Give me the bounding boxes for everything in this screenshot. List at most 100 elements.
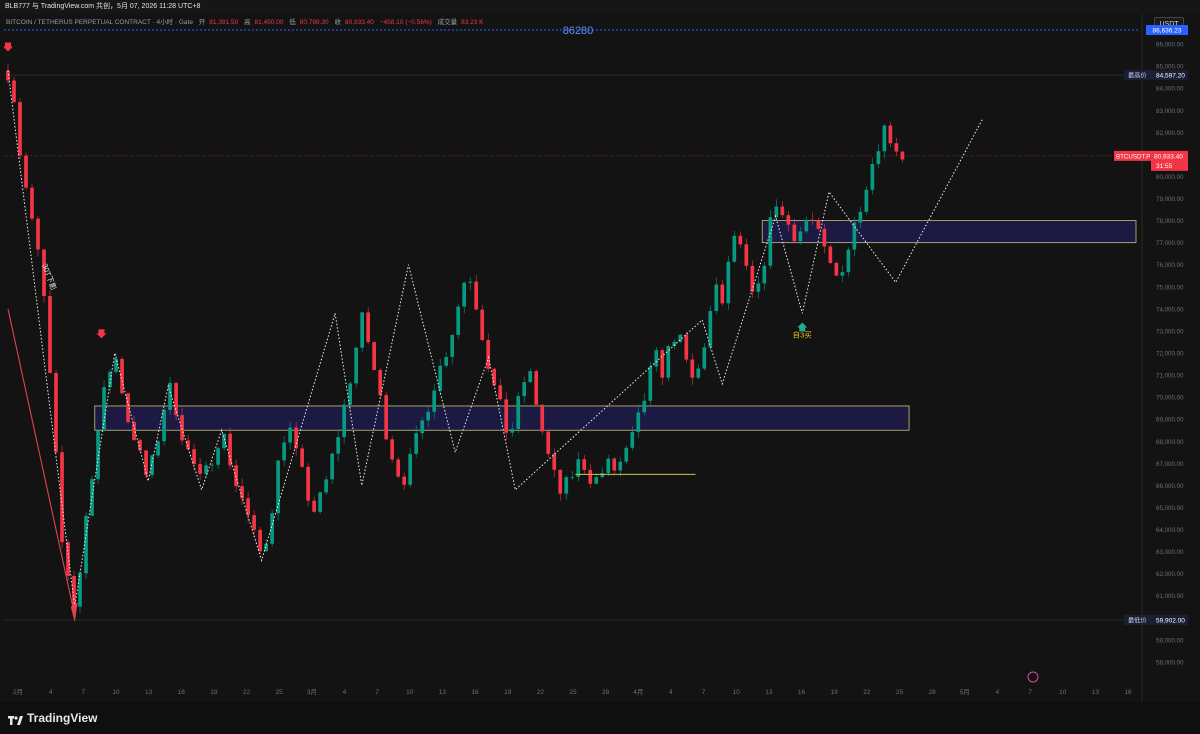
tradingview-wordmark: TradingView (27, 711, 98, 725)
level-axis-label: 最高价 (1128, 72, 1147, 80)
level-86280-label: 86280 (563, 25, 594, 37)
level-axis-value: 59,902.00 (1156, 617, 1185, 624)
tradingview-brand[interactable]: TradingView (8, 711, 97, 725)
x-tick-label: 4月 (633, 688, 643, 696)
candle-body (732, 235, 737, 262)
y-tick-label: 64,000.00 (1156, 527, 1184, 534)
candle-body (714, 284, 719, 311)
candle-body (468, 281, 473, 283)
candle-body (12, 80, 16, 103)
candle-body (36, 218, 40, 250)
y-tick-label: 79,000.00 (1156, 196, 1184, 203)
candle-body (390, 439, 395, 460)
candle-body (774, 206, 779, 218)
candle-body (888, 125, 893, 144)
x-tick-label: 25 (569, 689, 577, 696)
replay-icon (1027, 671, 1039, 683)
candle-body (582, 459, 587, 470)
candle-body (492, 368, 497, 386)
candle-body (324, 479, 328, 493)
x-tick-label: 28 (929, 689, 937, 696)
candle-body (372, 342, 376, 370)
candle-body (450, 334, 455, 357)
zigzag-wave-line (7, 70, 983, 607)
candle-body (144, 450, 148, 476)
candle-body (780, 206, 785, 216)
candle-body (834, 262, 839, 276)
candle-body (756, 283, 761, 292)
candle-body (516, 396, 521, 429)
y-tick-label: 59,000.00 (1156, 637, 1184, 644)
candle-body (798, 231, 803, 242)
x-tick-label: 10 (112, 689, 120, 696)
candle-body (444, 356, 449, 366)
candle-body (222, 433, 226, 449)
candle-body (288, 427, 292, 443)
candle-body (156, 441, 160, 456)
candle-body (768, 217, 773, 266)
x-tick-label: 13 (145, 689, 153, 696)
candle-body (666, 346, 671, 378)
candle-body (630, 432, 635, 448)
candle-body (402, 476, 407, 485)
candle-body (60, 452, 64, 543)
candle-body (426, 411, 431, 421)
level-86280-axis-value: 86,636.23 (1153, 28, 1182, 35)
candle-body (612, 458, 617, 471)
x-tick-label: 22 (243, 689, 251, 696)
y-tick-label: 80,000.00 (1156, 174, 1184, 181)
current-price-value: 80,933.40 (1154, 153, 1183, 160)
x-tick-label: 7 (702, 689, 706, 696)
symbol-tag-text: BTCUSDT.P (1116, 153, 1150, 160)
candle-body (336, 437, 340, 454)
x-tick-label: 4 (669, 689, 673, 696)
candle-body (120, 358, 124, 394)
candle-body (66, 542, 70, 576)
candle-body (828, 246, 833, 263)
candle-body (852, 222, 857, 250)
y-tick-label: 70,000.00 (1156, 395, 1184, 402)
x-tick-label: 7 (81, 689, 85, 696)
candle-body (558, 469, 563, 494)
candle-body (486, 339, 491, 369)
candle-body (624, 447, 629, 462)
x-tick-label: 22 (537, 689, 545, 696)
candle-body (744, 244, 749, 266)
candle-body (414, 433, 419, 454)
y-tick-label: 84,000.00 (1156, 86, 1184, 93)
candle-body (6, 70, 10, 81)
y-tick-label: 78,000.00 (1156, 218, 1184, 225)
y-tick-label: 75,000.00 (1156, 284, 1184, 291)
x-tick-label: 16 (178, 689, 186, 696)
candle-body (96, 430, 100, 480)
y-tick-label: 72,000.00 (1156, 351, 1184, 358)
candle-body (258, 529, 262, 552)
candle-body (870, 163, 875, 190)
candle-body (252, 515, 256, 530)
candle-body (690, 359, 695, 378)
candle-body (528, 371, 533, 383)
x-tick-label: 10 (406, 689, 414, 696)
candle-body (198, 464, 202, 474)
candle-body (180, 415, 184, 441)
candle-body (510, 428, 515, 433)
candle-body (720, 284, 725, 304)
x-tick-label: 4 (996, 689, 1000, 696)
candle-body (480, 309, 485, 340)
candle-body (204, 465, 208, 474)
candle-body (642, 400, 647, 413)
candle-body (294, 427, 298, 449)
x-tick-label: 16 (471, 689, 479, 696)
sell-marker-icon (96, 329, 107, 339)
y-tick-label: 74,000.00 (1156, 306, 1184, 313)
price-chart[interactable]: 58,000.0059,000.0060,000.0061,000.0062,0… (0, 0, 1200, 702)
y-tick-label: 73,000.00 (1156, 328, 1184, 335)
x-tick-label: 25 (896, 689, 904, 696)
candle-body (354, 347, 358, 384)
candle-body (408, 453, 413, 485)
y-tick-label: 65,000.00 (1156, 505, 1184, 512)
candle-body (684, 334, 689, 360)
x-tick-label: 7 (375, 689, 379, 696)
y-tick-label: 66,000.00 (1156, 483, 1184, 490)
candle-body (108, 371, 112, 388)
